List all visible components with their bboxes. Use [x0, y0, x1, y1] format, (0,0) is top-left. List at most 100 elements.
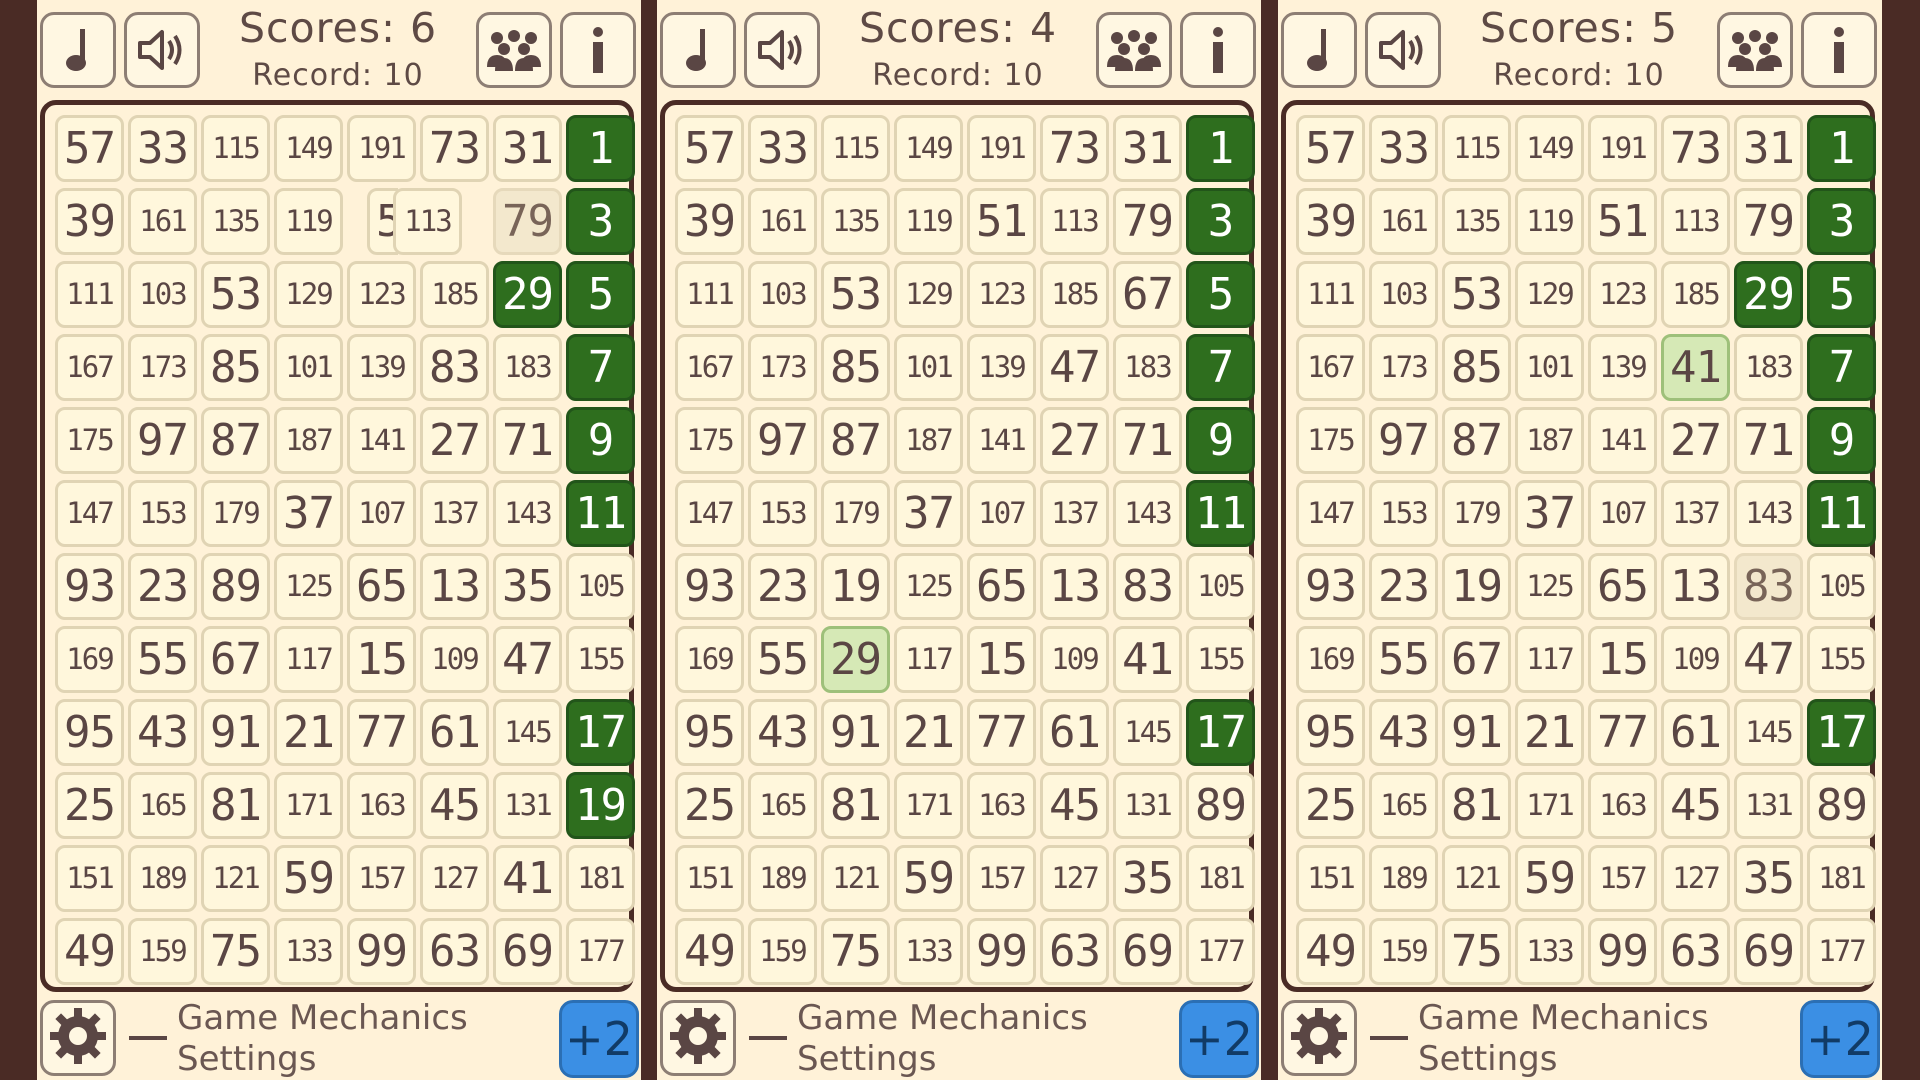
number-tile[interactable]: 137 — [1040, 480, 1109, 547]
number-tile[interactable]: 105 — [1186, 553, 1255, 620]
number-tile[interactable]: 85 — [1442, 334, 1511, 401]
number-tile[interactable]: 139 — [1588, 334, 1657, 401]
number-tile[interactable]: 125 — [274, 553, 343, 620]
plus-two-button[interactable]: +2 — [1179, 1000, 1259, 1078]
number-tile[interactable]: 65 — [347, 553, 416, 620]
number-tile[interactable]: 21 — [274, 699, 343, 766]
number-tile[interactable]: 141 — [967, 407, 1036, 474]
number-tile[interactable]: 39 — [1296, 188, 1365, 255]
number-tile[interactable]: 75 — [201, 918, 270, 985]
number-tile[interactable]: 65 — [1588, 553, 1657, 620]
plus-two-button[interactable]: +2 — [559, 1000, 639, 1078]
number-tile[interactable]: 75 — [821, 918, 890, 985]
number-tile[interactable]: 77 — [967, 699, 1036, 766]
number-tile[interactable]: 27 — [420, 407, 489, 474]
number-tile[interactable]: 125 — [1515, 553, 1584, 620]
number-tile[interactable]: 93 — [55, 553, 124, 620]
number-tile[interactable]: 97 — [128, 407, 197, 474]
number-tile[interactable]: 109 — [1661, 626, 1730, 693]
number-tile[interactable]: 107 — [1588, 480, 1657, 547]
number-tile[interactable]: 119 — [274, 188, 343, 255]
number-tile[interactable]: 105 — [566, 553, 635, 620]
number-tile[interactable]: 161 — [748, 188, 817, 255]
number-tile[interactable]: 63 — [1040, 918, 1109, 985]
number-tile[interactable]: 15 — [1588, 626, 1657, 693]
number-tile[interactable]: 87 — [1442, 407, 1511, 474]
number-tile[interactable]: 133 — [894, 918, 963, 985]
number-tile[interactable]: 55 — [128, 626, 197, 693]
number-tile[interactable]: 31 — [1113, 115, 1182, 182]
number-tile[interactable]: 67 — [201, 626, 270, 693]
number-tile[interactable]: 11 — [1807, 480, 1876, 547]
number-tile[interactable]: 35 — [1113, 845, 1182, 912]
number-tile[interactable]: 109 — [420, 626, 489, 693]
number-tile[interactable]: 129 — [274, 261, 343, 328]
number-tile[interactable]: 59 — [894, 845, 963, 912]
number-tile[interactable]: 129 — [1515, 261, 1584, 328]
number-tile[interactable]: 153 — [1369, 480, 1438, 547]
number-tile[interactable]: 167 — [55, 334, 124, 401]
number-tile[interactable]: 131 — [1734, 772, 1803, 839]
number-tile[interactable]: 163 — [347, 772, 416, 839]
number-tile[interactable]: 87 — [201, 407, 270, 474]
number-tile[interactable]: 131 — [493, 772, 562, 839]
number-tile[interactable]: 109 — [1040, 626, 1109, 693]
number-tile[interactable]: 39 — [675, 188, 744, 255]
number-tile[interactable]: 45 — [420, 772, 489, 839]
number-tile[interactable]: 95 — [675, 699, 744, 766]
number-tile[interactable]: 11 — [1186, 480, 1255, 547]
number-tile[interactable]: 159 — [1369, 918, 1438, 985]
number-tile[interactable]: 85 — [821, 334, 890, 401]
number-tile[interactable]: 97 — [748, 407, 817, 474]
number-tile[interactable]: 173 — [1369, 334, 1438, 401]
number-tile[interactable]: 61 — [420, 699, 489, 766]
number-tile[interactable]: 179 — [1442, 480, 1511, 547]
number-tile[interactable]: 49 — [1296, 918, 1365, 985]
number-tile[interactable]: 157 — [1588, 845, 1657, 912]
number-tile[interactable]: 181 — [566, 845, 635, 912]
number-tile[interactable]: 89 — [1186, 772, 1255, 839]
number-tile[interactable]: 57 — [55, 115, 124, 182]
number-tile[interactable]: 29 — [821, 626, 890, 693]
number-tile[interactable]: 137 — [1661, 480, 1730, 547]
number-tile[interactable]: 189 — [1369, 845, 1438, 912]
number-tile[interactable]: 139 — [967, 334, 1036, 401]
plus-two-button[interactable]: +2 — [1800, 1000, 1880, 1078]
number-tile[interactable]: 9 — [1807, 407, 1876, 474]
number-tile[interactable]: 153 — [748, 480, 817, 547]
number-tile[interactable]: 141 — [1588, 407, 1657, 474]
number-tile[interactable]: 29 — [493, 261, 562, 328]
number-tile[interactable]: 123 — [1588, 261, 1657, 328]
number-tile[interactable]: 47 — [1734, 626, 1803, 693]
number-tile[interactable]: 159 — [128, 918, 197, 985]
number-tile[interactable]: 165 — [1369, 772, 1438, 839]
number-tile[interactable]: 191 — [967, 115, 1036, 182]
number-tile[interactable]: 179 — [821, 480, 890, 547]
number-tile[interactable]: 55 — [748, 626, 817, 693]
number-tile[interactable]: 127 — [1040, 845, 1109, 912]
number-tile[interactable]: 75 — [1442, 918, 1511, 985]
number-tile[interactable]: 33 — [128, 115, 197, 182]
number-tile[interactable]: 1 — [566, 115, 635, 182]
number-tile[interactable]: 133 — [1515, 918, 1584, 985]
number-tile[interactable]: 115 — [1442, 115, 1511, 182]
number-tile[interactable]: 77 — [347, 699, 416, 766]
number-tile[interactable]: 167 — [675, 334, 744, 401]
number-tile[interactable]: 147 — [1296, 480, 1365, 547]
number-tile[interactable]: 143 — [493, 480, 562, 547]
number-tile[interactable]: 103 — [1369, 261, 1438, 328]
number-tile[interactable]: 185 — [1040, 261, 1109, 328]
number-tile[interactable]: 27 — [1661, 407, 1730, 474]
number-tile[interactable]: 93 — [1296, 553, 1365, 620]
number-tile[interactable]: 189 — [748, 845, 817, 912]
number-tile[interactable]: 3 — [1186, 188, 1255, 255]
number-tile[interactable]: 19 — [566, 772, 635, 839]
number-tile[interactable]: 41 — [493, 845, 562, 912]
number-tile[interactable]: 97 — [1369, 407, 1438, 474]
number-tile[interactable]: 91 — [201, 699, 270, 766]
number-tile[interactable]: 5 — [1186, 261, 1255, 328]
number-tile[interactable]: 89 — [201, 553, 270, 620]
number-tile[interactable]: 147 — [675, 480, 744, 547]
number-tile[interactable]: 71 — [1734, 407, 1803, 474]
number-tile[interactable]: 131 — [1113, 772, 1182, 839]
